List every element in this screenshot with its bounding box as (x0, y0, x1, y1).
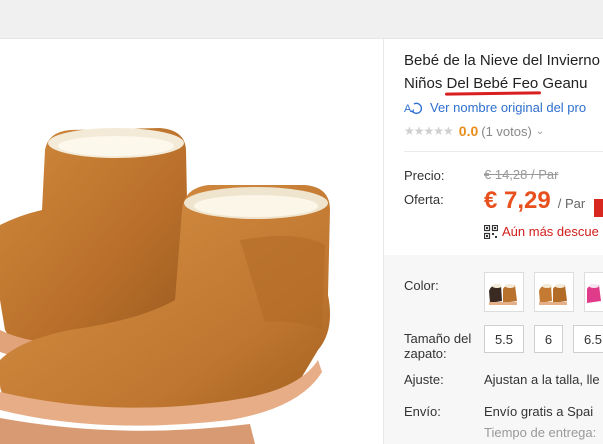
color-swatch-black[interactable] (484, 272, 524, 312)
highlighted-title-text: Del Bebé Feo (446, 75, 539, 92)
color-swatch-brown[interactable] (534, 272, 574, 312)
size-option-6-5[interactable]: 6.5 (573, 325, 603, 353)
shipping-value[interactable]: Envío gratis a Spai (484, 404, 593, 419)
title-line-2: Niños Del Bebé Feo Geanu (404, 72, 603, 95)
offer-label: Oferta: (404, 192, 444, 207)
fit-label: Ajuste: (404, 372, 444, 387)
more-discount-link[interactable]: Aún más descue (484, 224, 599, 239)
top-bar (0, 0, 603, 39)
offer-price: € 7,29 / Par (484, 187, 585, 215)
shoe-size-label: Tamaño del zapato: (404, 331, 471, 361)
shipping-label: Envío: (404, 404, 441, 419)
boots-illustration (0, 128, 331, 444)
rating-votes: (1 votos) (481, 123, 532, 139)
title-line-1: Bebé de la Nieve del Invierno (404, 52, 600, 69)
divider (404, 151, 603, 152)
title-suffix: Geanu (538, 75, 588, 92)
rating-score: 0.0 (458, 123, 479, 139)
color-swatch-pink[interactable] (584, 272, 603, 312)
size-option-5-5[interactable]: 5.5 (484, 325, 524, 353)
swatch-image (485, 273, 523, 311)
offer-amount: € 7,29 (484, 187, 551, 214)
product-title: Bebé de la Nieve del Invierno Niños Del … (404, 49, 603, 95)
color-label: Color: (404, 278, 439, 293)
delivery-time: Tiempo de entrega: (484, 425, 597, 440)
qr-code-icon (484, 224, 498, 239)
discount-badge (594, 199, 603, 217)
more-discount-text: Aún más descue (502, 224, 599, 239)
svg-text:A: A (404, 103, 412, 115)
shoe-size-label-line-1: Tamaño del (404, 331, 472, 346)
product-info-panel: Bebé de la Nieve del Invierno Niños Del … (384, 39, 603, 444)
view-original-name-link[interactable]: A Ver nombre original del pro (404, 100, 586, 115)
title-prefix: Niños (404, 75, 447, 92)
product-image[interactable] (0, 39, 384, 444)
star-icon: ★★★★★ (404, 124, 454, 138)
view-original-name-text: Ver nombre original del pro (430, 100, 587, 115)
offer-unit: / Par (557, 196, 586, 211)
price-label: Precio: (404, 168, 445, 183)
swatch-image (585, 273, 603, 311)
chevron-down-icon: ⌄ (535, 125, 545, 137)
swatch-image (535, 273, 573, 311)
shoe-size-label-line-2: zapato: (404, 346, 447, 361)
translate-icon: A (404, 102, 423, 115)
original-price: € 14,28 / Par (484, 167, 559, 182)
size-option-6[interactable]: 6 (534, 325, 563, 353)
fit-value: Ajustan a la talla, lle (484, 372, 600, 387)
rating-row[interactable]: ★★★★★ 0.0 (1 votos) ⌄ (404, 123, 544, 139)
